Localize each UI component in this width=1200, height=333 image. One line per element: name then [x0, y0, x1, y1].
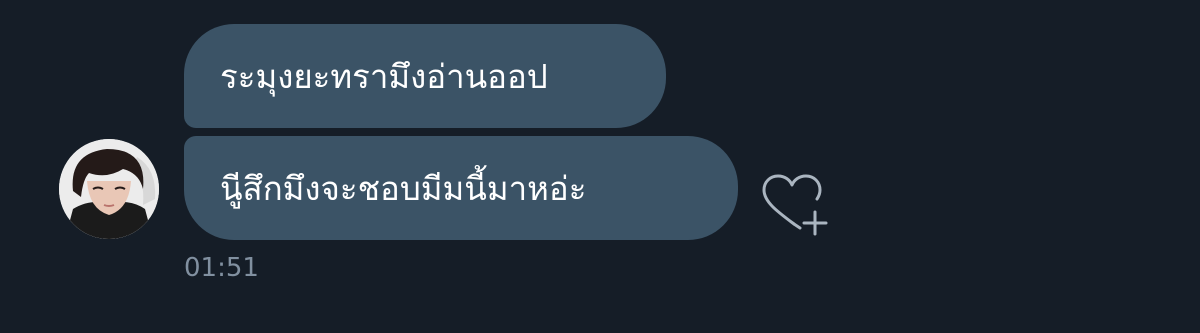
message-text: นูีสึกมึงจะชอบมีมนี้มาหอ่ะ — [220, 168, 587, 208]
message-bubble[interactable]: ระมุงยะทรามึงอ่านออป — [184, 24, 666, 128]
message-bubble[interactable]: นูีสึกมึงจะชอบมีมนี้มาหอ่ะ — [184, 136, 738, 240]
message-text: ระมุงยะทรามึงอ่านออป — [220, 56, 548, 96]
message-timestamp: 01:51 — [184, 253, 259, 283]
chat-thread: ระมุงยะทรามึงอ่านออป นูีสึกมึงจะชอบมีมนี… — [0, 0, 1200, 333]
heart-plus-icon[interactable] — [760, 172, 832, 238]
sender-avatar[interactable] — [59, 139, 159, 239]
